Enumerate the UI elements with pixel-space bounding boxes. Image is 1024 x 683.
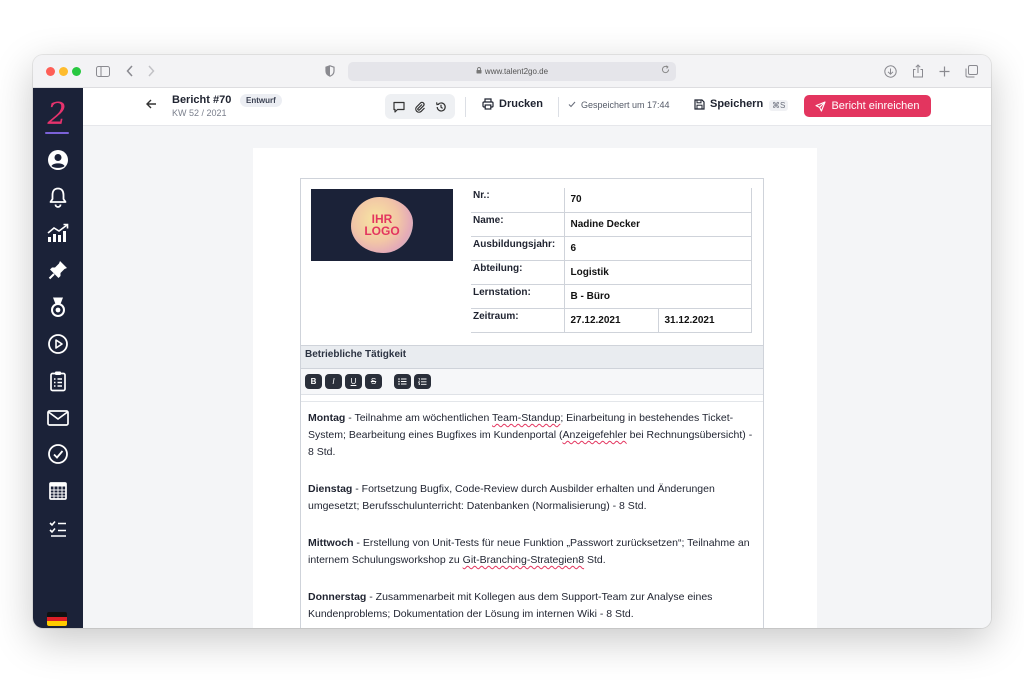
saved-status: Gespeichert um 17:44 xyxy=(568,100,670,110)
strikethrough-button[interactable]: S xyxy=(365,374,382,389)
window-close-button[interactable] xyxy=(46,67,55,76)
entry-thursday: Donnerstag - Zusammenarbeit mit Kollegen… xyxy=(308,591,713,620)
logo-placeholder: IHR LOGO xyxy=(351,197,413,253)
app-logo[interactable]: 2 xyxy=(44,96,70,134)
status-badge: Entwurf xyxy=(240,94,282,107)
logo-text-line2: LOGO xyxy=(364,224,400,238)
training-year-label: Ausbildungsjahr: xyxy=(471,236,564,261)
toolbar-divider xyxy=(558,97,559,117)
nr-label: Nr.: xyxy=(471,188,564,213)
app-header: Bericht #70 Entwurf KW 52 / 2021 Drucken… xyxy=(83,88,991,126)
browser-toolbar: www.talent2go.de xyxy=(33,55,991,88)
share-icon[interactable] xyxy=(912,63,924,79)
period-to-value[interactable]: 31.12.2021 xyxy=(657,308,752,333)
learning-station-value[interactable]: B - Büro xyxy=(563,284,752,309)
section-title: Betriebliche Tätigkeit xyxy=(301,345,763,369)
entry-monday: Montag - Teilnahme am wöchentlichen Team… xyxy=(308,412,753,458)
language-flag-icon[interactable] xyxy=(47,612,67,626)
report-info-table: Nr.: 70 Name: Nadine Decker Ausbildungsj… xyxy=(471,188,752,333)
company-logo: IHR LOGO xyxy=(311,189,453,261)
save-shortcut: ⌘S xyxy=(769,100,789,111)
print-label: Drucken xyxy=(499,98,544,110)
save-button[interactable]: Speichern xyxy=(694,98,763,110)
app-sidebar: 2 xyxy=(33,88,83,628)
report-document: IHR LOGO Nr.: 70 Name: Nadine Decker Aus… xyxy=(253,148,817,628)
toolbar-divider xyxy=(465,97,466,117)
back-nav-icon[interactable] xyxy=(126,63,134,79)
reload-icon[interactable] xyxy=(661,65,670,77)
day-label: Dienstag xyxy=(308,483,353,495)
day-label: Donnerstag xyxy=(308,591,367,603)
address-text: www.talent2go.de xyxy=(484,67,549,76)
user-icon[interactable] xyxy=(46,148,70,172)
window-minimize-button[interactable] xyxy=(59,67,68,76)
browser-window: www.talent2go.de 2 Bericht #70 Entwurf K… xyxy=(33,55,991,628)
chart-icon[interactable] xyxy=(46,221,70,245)
medal-icon[interactable] xyxy=(46,295,70,319)
report-form: IHR LOGO Nr.: 70 Name: Nadine Decker Aus… xyxy=(300,178,764,628)
play-circle-icon[interactable] xyxy=(46,332,70,356)
bold-button[interactable]: B xyxy=(305,374,322,389)
history-icon[interactable] xyxy=(433,99,449,115)
bullet-list-icon[interactable] xyxy=(394,374,411,389)
header-tool-group xyxy=(385,94,455,119)
training-year-value[interactable]: 6 xyxy=(563,236,752,261)
table-row: Ausbildungsjahr: 6 xyxy=(471,236,752,261)
printer-icon xyxy=(482,98,494,110)
content-area: IHR LOGO Nr.: 70 Name: Nadine Decker Aus… xyxy=(83,126,991,628)
clipboard-icon[interactable] xyxy=(46,369,70,393)
check-icon xyxy=(568,100,576,110)
privacy-shield-icon[interactable] xyxy=(325,63,335,79)
check-circle-icon[interactable] xyxy=(46,442,70,466)
address-bar[interactable]: www.talent2go.de xyxy=(348,62,676,81)
submit-report-button[interactable]: Bericht einreichen xyxy=(804,95,931,117)
table-row: Name: Nadine Decker xyxy=(471,212,752,237)
checklist-icon[interactable] xyxy=(46,516,70,540)
table-row: Nr.: 70 xyxy=(471,188,752,213)
learning-station-label: Lernstation: xyxy=(471,284,564,309)
comment-icon[interactable] xyxy=(391,99,407,115)
window-zoom-button[interactable] xyxy=(72,67,81,76)
logo-underline xyxy=(45,132,69,134)
table-row: Lernstation: B - Büro xyxy=(471,284,752,309)
period-label: Zeitraum: xyxy=(471,308,564,333)
period-from-value[interactable]: 27.12.2021 xyxy=(563,308,658,333)
send-icon xyxy=(815,100,827,112)
department-label: Abteilung: xyxy=(471,260,564,285)
floppy-icon xyxy=(694,98,705,110)
entry-tuesday: Dienstag - Fortsetzung Bugfix, Code-Revi… xyxy=(308,483,715,512)
day-label: Mittwoch xyxy=(308,537,354,549)
nr-value[interactable]: 70 xyxy=(563,188,752,213)
italic-button[interactable]: I xyxy=(325,374,342,389)
report-week: KW 52 / 2021 xyxy=(172,108,227,118)
bell-icon[interactable] xyxy=(46,185,70,209)
name-value[interactable]: Nadine Decker xyxy=(563,212,752,237)
name-label: Name: xyxy=(471,212,564,237)
tab-overview-icon[interactable] xyxy=(965,63,978,79)
day-label: Montag xyxy=(308,412,346,424)
entry-wednesday: Mittwoch - Erstellung von Unit-Tests für… xyxy=(308,537,750,566)
attachment-icon[interactable] xyxy=(412,99,428,115)
back-arrow-icon[interactable] xyxy=(146,97,157,112)
new-tab-icon[interactable] xyxy=(939,63,950,79)
table-row: Abteilung: Logistik xyxy=(471,260,752,285)
department-value[interactable]: Logistik xyxy=(563,260,752,285)
pin-icon[interactable] xyxy=(46,258,70,282)
download-icon[interactable] xyxy=(884,63,897,79)
save-label: Speichern xyxy=(710,98,764,110)
forward-nav-icon[interactable] xyxy=(147,63,155,79)
print-button[interactable]: Drucken xyxy=(482,98,543,110)
editor-toolbar: B I U S xyxy=(301,369,763,395)
saved-status-text: Gespeichert um 17:44 xyxy=(581,100,670,110)
mail-icon[interactable] xyxy=(46,406,70,430)
numbered-list-icon[interactable] xyxy=(414,374,431,389)
sidebar-toggle-icon[interactable] xyxy=(96,63,110,79)
calendar-icon[interactable] xyxy=(46,479,70,503)
report-text-editor[interactable]: Montag - Teilnahme am wöchentlichen Team… xyxy=(301,401,763,628)
underline-button[interactable]: U xyxy=(345,374,362,389)
report-title: Bericht #70 xyxy=(172,94,232,106)
submit-label: Bericht einreichen xyxy=(831,100,920,112)
lock-icon xyxy=(476,67,482,76)
table-row: Zeitraum: 27.12.2021 31.12.2021 xyxy=(471,308,752,333)
